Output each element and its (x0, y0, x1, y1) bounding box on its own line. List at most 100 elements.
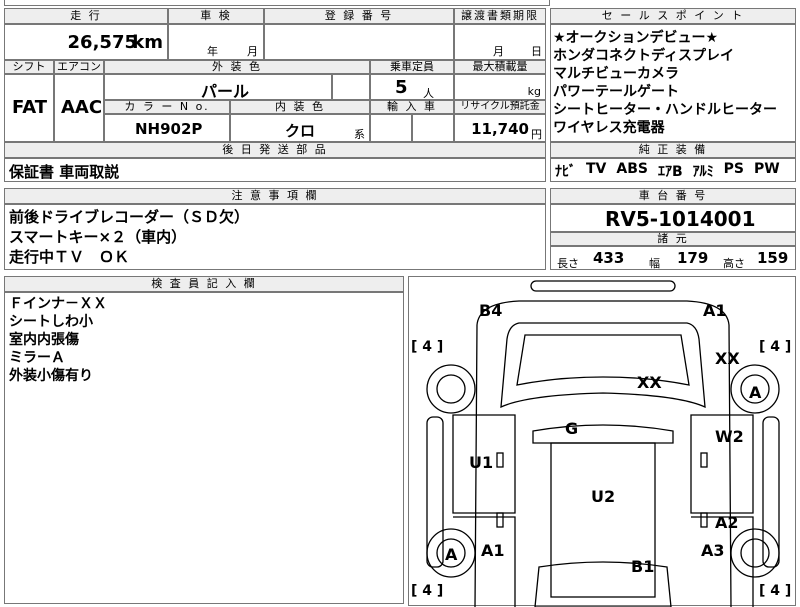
inspector-header: 検 査 員 記 入 欄 (4, 276, 404, 292)
ac-header: エアコン (54, 60, 104, 74)
damage-mark: A (749, 383, 762, 402)
mileage-value: 26,575 (67, 32, 137, 53)
notes-header: 注 意 事 項 欄 (4, 188, 546, 204)
equipment-item: ｴｱB (657, 164, 683, 180)
transfer-header: 譲渡書類期限 (454, 8, 546, 24)
shift-value: FAT (12, 97, 48, 118)
capacity-cell: 5 人 (370, 74, 454, 100)
notes-cell: 前後ドライブレコーダー（ＳＤ欠） スマートキー×２（車内） 走行中ＴＶ ＯＫ (4, 204, 546, 270)
damage-mark: XX (715, 349, 740, 368)
dimensions-header: 諸 元 (550, 232, 796, 246)
equipment-item: ABS (616, 161, 648, 177)
interior-value: クロ (285, 122, 316, 140)
equipment-header: 純 正 装 備 (550, 142, 796, 158)
ac-value: AAC (61, 97, 103, 118)
inspection-cell: 年 月 (168, 24, 264, 60)
equipment-item: PW (754, 161, 780, 177)
exterior-color-cell: パール (104, 74, 332, 101)
capacity-unit: 人 (423, 87, 434, 100)
salespoint-item: ホンダコネクトディスプレイ (553, 48, 735, 64)
car-diagram-box: [ 4 ] [ 4 ] [ 4 ] [ 4 ] B4 A1 XX XX A G … (408, 276, 796, 607)
registration-cell (264, 24, 454, 60)
damage-mark: A (445, 545, 458, 564)
note-line: 前後ドライブレコーダー（ＳＤ欠） (9, 208, 250, 226)
recycle-unit: 円 (531, 128, 542, 141)
salespoint-item: パワーテールゲート (553, 84, 679, 100)
exterior-color-extra-cell (332, 74, 370, 100)
tire-label-rear-left: [ 4 ] (411, 339, 444, 355)
color-no-cell: NH902P (104, 114, 230, 142)
damage-mark: A1 (481, 541, 505, 560)
transfer-cell: 月 日 (454, 24, 546, 60)
color-no-value: NH902P (135, 120, 203, 138)
capacity-value: 5 (395, 77, 408, 98)
top-edge-cell (4, 0, 550, 6)
width-label: 幅 (649, 257, 660, 270)
length-value: 433 (593, 249, 625, 267)
later-parts-value: 保証書 車両取説 (9, 163, 120, 181)
later-parts-cell: 保証書 車両取説 (4, 158, 546, 182)
salespoint-item: マルチビューカメラ (553, 66, 679, 82)
transfer-day: 日 (531, 45, 542, 58)
chassis-header: 車 台 番 号 (550, 188, 796, 204)
note-line: スマートキー×２（車内） (9, 228, 187, 246)
shift-cell: FAT (4, 74, 54, 142)
registration-header: 登 録 番 号 (264, 8, 454, 24)
tire-label-rear-right: [ 4 ] (759, 339, 792, 355)
inspection-year: 年 (207, 45, 218, 58)
capacity-header: 乗車定員 (370, 60, 454, 74)
inspector-line: ミラーＡ (9, 350, 65, 366)
recycle-header: リサイクル預託金 (454, 100, 546, 114)
transfer-month: 月 (493, 45, 504, 58)
damage-mark: A1 (703, 301, 727, 320)
inspection-month: 月 (247, 45, 258, 58)
damage-mark: B1 (631, 557, 655, 576)
salespoint-header: セ ー ル ス ポ イ ン ト (550, 8, 796, 24)
equipment-list: ﾅﾋﾞ TV ABS ｴｱB ｱﾙﾐ PS PW (555, 161, 780, 181)
salespoint-item: ★オークションデビュー★ (553, 30, 719, 46)
exterior-color-value: パール (201, 82, 250, 101)
damage-mark: W2 (715, 427, 744, 446)
damage-mark: XX (637, 373, 662, 392)
salespoint-list: ★オークションデビュー★ ホンダコネクトディスプレイ マルチビューカメラ パワー… (553, 29, 777, 137)
maxload-header: 最大積載量 (454, 60, 546, 74)
maxload-cell: kg (454, 74, 546, 100)
color-no-header: カ ラ ー N o. (104, 100, 230, 114)
equipment-item: PS (723, 161, 744, 177)
damage-mark: U2 (591, 487, 616, 506)
ac-cell: AAC (54, 74, 104, 142)
recycle-cell: 11,740 円 (454, 114, 546, 142)
shift-header: シフト (4, 60, 54, 74)
interior-cell: クロ 系 (230, 114, 370, 142)
chassis-value: RV5-1014001 (605, 207, 756, 231)
notes-list: 前後ドライブレコーダー（ＳＤ欠） スマートキー×２（車内） 走行中ＴＶ ＯＫ (9, 207, 249, 267)
mileage-header: 走 行 (4, 8, 168, 24)
mileage-unit: km (132, 32, 163, 53)
import-cell-b (412, 114, 454, 142)
inspector-line: 外装小傷有り (9, 368, 93, 384)
later-parts-header: 後 日 発 送 部 品 (4, 142, 546, 158)
height-label: 高さ (723, 257, 745, 270)
length-label: 長さ (557, 257, 579, 270)
tire-label-front-left: [ 4 ] (411, 583, 444, 599)
dimensions-cell: 長さ 433 幅 179 高さ 159 (550, 246, 796, 270)
tire-label-front-right: [ 4 ] (759, 583, 792, 599)
damage-mark: A3 (701, 541, 725, 560)
equipment-item: TV (586, 161, 607, 177)
width-value: 179 (677, 249, 709, 267)
interior-suffix: 系 (354, 128, 365, 141)
chassis-cell: RV5-1014001 (550, 204, 796, 232)
mileage-cell: 26,575 km (4, 24, 168, 60)
import-cell-a (370, 114, 412, 142)
damage-mark: B4 (479, 301, 503, 320)
inspection-header: 車 検 (168, 8, 264, 24)
equipment-item: ｱﾙﾐ (692, 164, 714, 180)
damage-mark: G (565, 419, 579, 438)
inspector-cell: Ｆインナ－ＸＸ シートしわ小 室内内張傷 ミラーＡ 外装小傷有り (4, 292, 404, 604)
recycle-value: 11,740 (471, 120, 529, 138)
equipment-item: ﾅﾋﾞ (555, 164, 576, 180)
height-value: 159 (757, 249, 789, 267)
equipment-cell: ﾅﾋﾞ TV ABS ｴｱB ｱﾙﾐ PS PW (550, 158, 796, 182)
exterior-color-header: 外 装 色 (104, 60, 370, 74)
inspector-line: Ｆインナ－ＸＸ (9, 296, 107, 312)
